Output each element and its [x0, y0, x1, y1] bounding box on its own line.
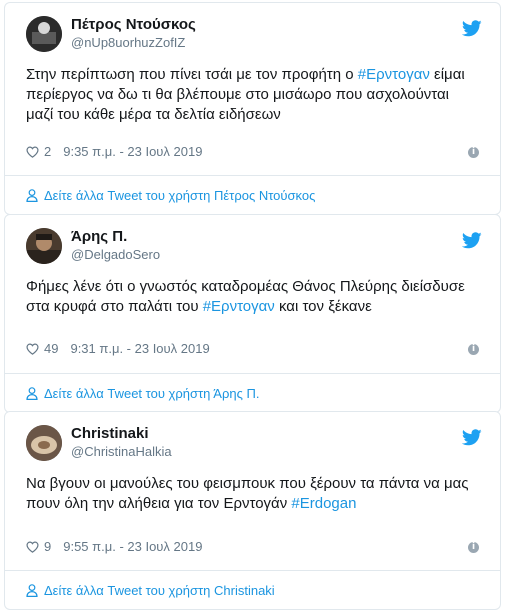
tweet-card: Christinaki @ChristinaHalkia Να βγουν οι… — [4, 411, 501, 610]
info-icon[interactable]: i — [468, 147, 479, 158]
like-count: 49 — [44, 341, 59, 356]
twitter-bird-icon[interactable] — [462, 429, 482, 446]
view-more-tweets-link[interactable]: Δείτε άλλα Tweet του χρήστη Christinaki — [5, 570, 500, 609]
author-handle[interactable]: @nUp8uorhuzZofIZ — [71, 35, 185, 50]
tweet-text: Στην περίπτωση που πίνει τσάι με τον προ… — [26, 66, 465, 123]
view-more-tweets-link[interactable]: Δείτε άλλα Tweet του χρήστη Άρης Π. — [5, 373, 500, 412]
hashtag-link[interactable]: #Ερντογαν — [203, 298, 275, 315]
view-more-label: Δείτε άλλα Tweet του χρήστη Πέτρος Ντούσ… — [44, 187, 316, 203]
author-handle[interactable]: @DelgadoSero — [71, 247, 160, 262]
hashtag-link[interactable]: #Erdogan — [291, 495, 356, 512]
tweet-meta: 2 9:35 π.μ. - 23 Ιουλ 2019 — [26, 144, 202, 159]
tweet-card: Άρης Π. @DelgadoSero Φήμες λένε ότι ο γν… — [4, 214, 501, 413]
like-count: 2 — [44, 144, 52, 159]
tweet-meta: 9 9:55 π.μ. - 23 Ιουλ 2019 — [26, 539, 202, 554]
avatar[interactable] — [26, 16, 62, 52]
twitter-bird-icon[interactable] — [462, 20, 482, 37]
author-name[interactable]: Christinaki — [71, 425, 149, 442]
view-more-tweets-link[interactable]: Δείτε άλλα Tweet του χρήστη Πέτρος Ντούσ… — [5, 175, 500, 214]
heart-icon[interactable] — [26, 146, 39, 158]
timestamp[interactable]: 9:55 π.μ. - 23 Ιουλ 2019 — [63, 539, 202, 554]
user-icon — [26, 386, 38, 400]
avatar[interactable] — [26, 425, 62, 461]
view-more-label: Δείτε άλλα Tweet του χρήστη Άρης Π. — [44, 385, 260, 401]
tweet-meta: 49 9:31 π.μ. - 23 Ιουλ 2019 — [26, 341, 210, 356]
user-icon — [26, 583, 38, 597]
tweet-card: Πέτρος Ντούσκος @nUp8uorhuzZofIZ Στην πε… — [4, 2, 501, 215]
avatar[interactable] — [26, 228, 62, 264]
author-handle[interactable]: @ChristinaHalkia — [71, 444, 172, 459]
view-more-label: Δείτε άλλα Tweet του χρήστη Christinaki — [44, 582, 275, 598]
like-count: 9 — [44, 539, 52, 554]
user-icon — [26, 188, 38, 202]
timestamp[interactable]: 9:31 π.μ. - 23 Ιουλ 2019 — [70, 341, 209, 356]
twitter-bird-icon[interactable] — [462, 232, 482, 249]
heart-icon[interactable] — [26, 343, 39, 355]
timestamp[interactable]: 9:35 π.μ. - 23 Ιουλ 2019 — [63, 144, 202, 159]
hashtag-link[interactable]: #Ερντογαν — [358, 66, 430, 83]
tweet-text: Φήμες λένε ότι ο γνωστός καταδρομέας Θάν… — [26, 278, 465, 315]
author-name[interactable]: Πέτρος Ντούσκος — [71, 16, 196, 33]
info-icon[interactable]: i — [468, 542, 479, 553]
tweet-text: Να βγουν οι μανούλες του φεισμπουκ που ξ… — [26, 475, 469, 512]
info-icon[interactable]: i — [468, 344, 479, 355]
author-name[interactable]: Άρης Π. — [71, 228, 127, 245]
heart-icon[interactable] — [26, 541, 39, 553]
